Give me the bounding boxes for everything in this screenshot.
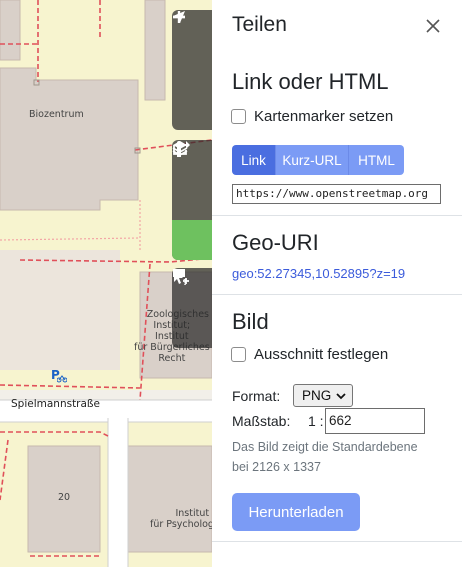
zoom-out-button[interactable] [172, 15, 212, 90]
geo-section-heading: Geo-URI [232, 230, 319, 255]
area-checkbox[interactable] [231, 347, 246, 362]
map-view[interactable]: Biozentrum Zoologisches Institut; Instit… [0, 0, 212, 567]
map-label-psychologie-text: Institut für Psychologie [150, 508, 212, 530]
download-button[interactable]: Herunterladen [232, 493, 360, 531]
tab-html[interactable]: HTML [348, 145, 404, 175]
image-hint-line2: bei 2126 x 1337 [232, 460, 321, 474]
marker-checkbox[interactable] [231, 109, 246, 124]
share-url-field[interactable]: https://www.openstreetmap.org [232, 184, 441, 204]
tab-link[interactable]: Link [232, 145, 275, 175]
map-label-house-number: 20 [58, 492, 71, 503]
map-data-button[interactable] [172, 141, 212, 220]
format-select[interactable]: PNG [293, 384, 353, 407]
bicycle-icon [57, 375, 67, 383]
share-button[interactable] [172, 141, 212, 260]
scale-label: Maßstab: [232, 413, 291, 429]
area-checkbox-label: Ausschnitt festlegen [254, 346, 389, 363]
close-button[interactable] [422, 15, 444, 37]
share-sidebar: Teilen Link oder HTML Kartenmarker setze… [212, 0, 462, 567]
section-divider [212, 215, 462, 216]
locate-button[interactable] [172, 11, 212, 130]
format-select-value: PNG [302, 388, 332, 403]
zoom-controls [172, 10, 212, 130]
area-checkbox-row[interactable]: Ausschnitt festlegen [231, 346, 388, 363]
chevron-down-icon [336, 393, 346, 400]
layer-controls [172, 140, 212, 260]
query-features-button[interactable]: ? [172, 269, 212, 348]
map-label-biozentrum: Biozentrum [29, 109, 84, 120]
tab-short-url[interactable]: Kurz-URL [275, 145, 348, 175]
section-divider [212, 294, 462, 295]
share-icon [173, 141, 190, 155]
section-divider [212, 541, 462, 542]
image-hint-line1: Das Bild zeigt die Standardebene [232, 440, 418, 454]
format-label: Format: [232, 388, 281, 404]
scale-input[interactable]: 662 [325, 408, 425, 434]
query-cursor-icon: ? [174, 269, 188, 286]
scale-prefix: 1 : [308, 413, 324, 429]
geo-uri-link[interactable]: geo:52.27345,10.52895?z=19 [232, 266, 405, 281]
link-type-tabs: Link Kurz-URL HTML [232, 145, 404, 175]
svg-text:?: ? [183, 278, 188, 286]
marker-checkbox-row[interactable]: Kartenmarker setzen [231, 108, 393, 125]
marker-checkbox-label: Kartenmarker setzen [254, 108, 394, 125]
street-label-spielmannstrasse: Spielmannstraße [11, 398, 101, 410]
link-section-heading: Link oder HTML [232, 69, 389, 94]
note-controls: ? [172, 268, 212, 348]
map-label-institut-psychologie: Institut für Psychologie [150, 497, 212, 541]
close-icon [426, 19, 440, 33]
sidebar-title: Teilen [232, 13, 287, 36]
image-section-heading: Bild [232, 309, 269, 334]
location-arrow-icon [173, 11, 185, 23]
